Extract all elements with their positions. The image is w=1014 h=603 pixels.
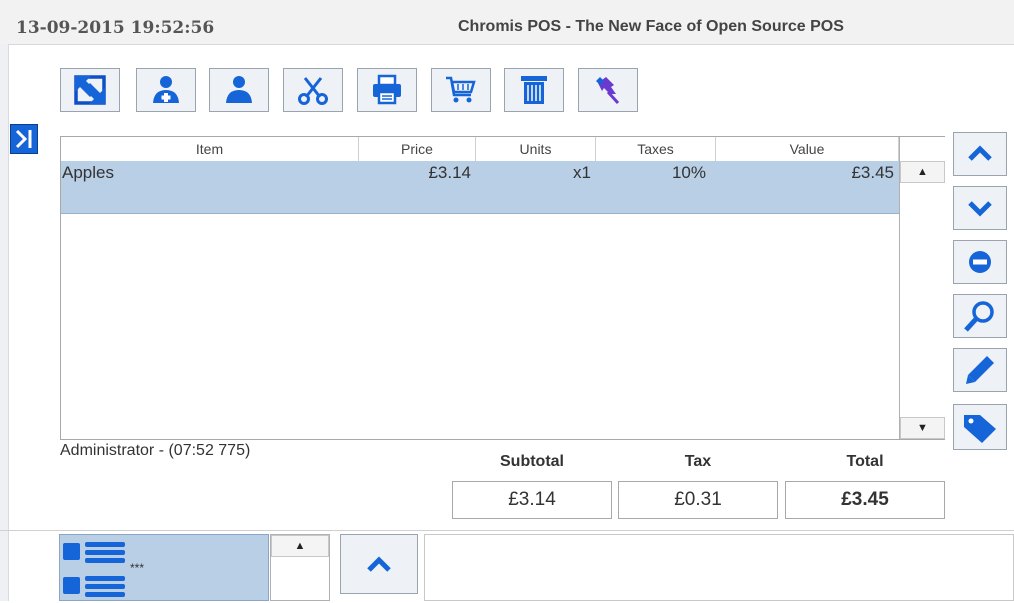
title-bar: 13-09-2015 19:52:56 Chromis POS - The Ne… — [0, 0, 1014, 45]
category-list-icon — [63, 542, 125, 597]
trash-icon — [521, 76, 547, 104]
datetime: 13-09-2015 19:52:56 — [16, 18, 215, 38]
scroll-up-arrow[interactable]: ▲ — [900, 161, 945, 183]
cell-item: Apples — [62, 163, 114, 182]
chevron-up-icon — [968, 145, 992, 161]
scissors-icon — [298, 77, 328, 105]
ticket-lines-table: Item Price Units Taxes Value Apples £3.1… — [60, 136, 945, 440]
search-product-button[interactable] — [953, 294, 1007, 338]
category-list[interactable]: *** — [59, 534, 269, 601]
attributes-button[interactable] — [953, 404, 1007, 450]
remove-line-button[interactable] — [953, 240, 1007, 284]
switch-icon — [74, 75, 106, 105]
search-icon — [964, 301, 994, 332]
scroll-down-arrow[interactable]: ▼ — [900, 417, 945, 439]
tag-icon — [964, 415, 996, 443]
customer-button[interactable] — [209, 68, 269, 112]
category-scroll-up-arrow[interactable]: ▲ — [271, 535, 329, 557]
edit-line-button[interactable] — [953, 348, 1007, 392]
cell-value: £3.45 — [851, 163, 894, 182]
pencil-icon — [966, 356, 994, 384]
split-ticket-button[interactable] — [283, 68, 343, 112]
add-customer-button[interactable] — [136, 68, 196, 112]
cart-button[interactable] — [431, 68, 491, 112]
column-header-price[interactable]: Price — [359, 137, 476, 161]
column-header-item[interactable]: Item — [61, 137, 359, 161]
tax-label: Tax — [684, 453, 712, 470]
collapse-icon — [15, 129, 32, 149]
table-scrollbar[interactable]: ▲ ▼ — [899, 137, 945, 439]
delete-ticket-button[interactable] — [504, 68, 564, 112]
line-up-button[interactable] — [953, 132, 1007, 176]
cart-icon — [446, 76, 476, 103]
chevron-down-icon — [968, 201, 992, 217]
add-customer-icon — [153, 76, 179, 103]
left-edge-strip — [0, 44, 9, 601]
column-header-value[interactable]: Value — [716, 137, 899, 161]
pin-icon — [596, 77, 620, 105]
divider — [0, 530, 1014, 531]
minus-circle-icon — [969, 251, 991, 273]
toggle-panel-button[interactable] — [10, 124, 38, 154]
subtotal-label: Subtotal — [500, 453, 564, 470]
cell-units: x1 — [573, 163, 591, 182]
cell-price: £3.14 — [428, 163, 471, 182]
customer-icon — [226, 76, 252, 103]
print-button[interactable] — [357, 68, 417, 112]
tax-value: £0.31 — [618, 481, 778, 519]
subtotal-value: £3.14 — [452, 481, 612, 519]
pin-button[interactable] — [578, 68, 638, 112]
line-down-button[interactable] — [953, 186, 1007, 230]
table-header: Item Price Units Taxes Value — [61, 137, 899, 162]
switch-button[interactable] — [60, 68, 120, 112]
category-item-label[interactable]: *** — [130, 561, 144, 575]
total-value: £3.45 — [785, 481, 945, 519]
user-session-label: Administrator - (07:52 775) — [60, 442, 251, 459]
column-header-units[interactable]: Units — [476, 137, 596, 161]
column-header-taxes[interactable]: Taxes — [596, 137, 716, 161]
products-panel — [424, 534, 1014, 601]
app-title: Chromis POS - The New Face of Open Sourc… — [458, 18, 844, 35]
chevron-up-icon — [367, 556, 391, 572]
table-row[interactable]: Apples £3.14 x1 10% £3.45 — [61, 161, 899, 214]
category-up-button[interactable] — [340, 534, 418, 594]
category-scrollbar[interactable]: ▲ — [270, 534, 330, 601]
cell-taxes: 10% — [671, 163, 706, 182]
printer-icon — [373, 74, 401, 105]
total-label: Total — [846, 453, 884, 470]
